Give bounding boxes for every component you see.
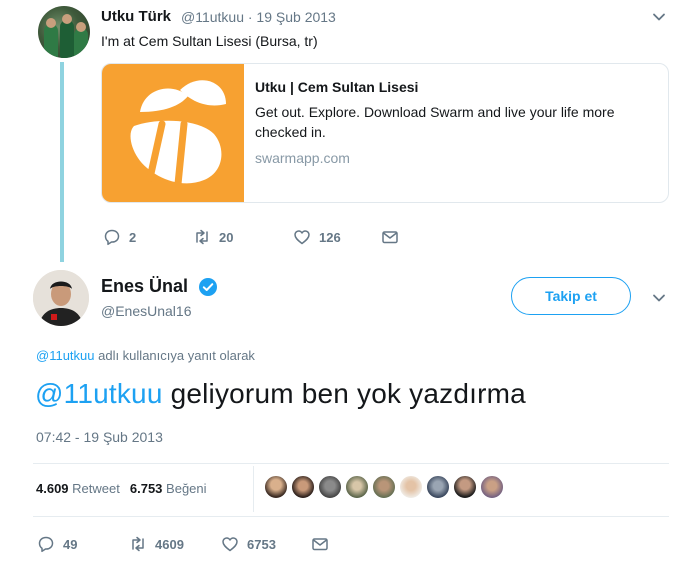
liker-avatar[interactable]	[480, 475, 504, 499]
retweets-stat[interactable]: 4.609 Retweet	[36, 481, 120, 496]
swarm-card-image	[102, 64, 244, 202]
liker-avatars	[264, 475, 504, 499]
parent-author-name[interactable]: Utku Türk	[101, 8, 171, 25]
liker-avatar[interactable]	[453, 475, 477, 499]
reply-mention-link[interactable]: @11utkuu	[36, 348, 95, 363]
replying-to-context: @11utkuu adlı kullanıcıya yanıt olarak	[36, 348, 255, 363]
likes-stat[interactable]: 6.753 Beğeni	[130, 481, 207, 496]
engagement-stats: 4.609 Retweet 6.753 Beğeni	[36, 481, 207, 496]
message-button[interactable]	[311, 535, 329, 553]
liker-avatar[interactable]	[345, 475, 369, 499]
parent-handle-and-date[interactable]: @11utkuu · 19 Şub 2013	[181, 9, 336, 25]
like-icon	[294, 230, 310, 245]
likes-stat-count: 6.753	[129, 481, 163, 496]
reply-context-text: adlı kullanıcıya yanıt olarak	[94, 348, 255, 363]
message-icon	[312, 538, 328, 551]
reply-count: 2	[129, 229, 137, 245]
tweet-body-text: geliyorum ben yok yazdırma	[162, 378, 526, 409]
retweets-stat-count: 4.609	[36, 481, 69, 496]
main-author-avatar[interactable]	[33, 270, 89, 326]
like-count: 126	[319, 229, 341, 245]
reply-button[interactable]: 2	[103, 228, 193, 246]
divider	[33, 516, 669, 517]
liker-avatar[interactable]	[264, 475, 288, 499]
thread-connector-line	[60, 62, 64, 262]
link-card[interactable]: Utku | Cem Sultan Lisesi Get out. Explor…	[101, 63, 669, 203]
liker-avatar[interactable]	[372, 475, 396, 499]
card-title: Utku | Cem Sultan Lisesi	[255, 79, 419, 95]
message-icon	[382, 231, 398, 244]
retweet-icon	[132, 536, 144, 552]
chevron-down-icon[interactable]	[651, 9, 667, 25]
card-url: swarmapp.com	[255, 150, 350, 166]
main-author-name[interactable]: Enes Ünal	[101, 276, 188, 297]
profile-photo	[33, 270, 89, 326]
stats-separator	[253, 466, 254, 512]
liker-avatar[interactable]	[318, 475, 342, 499]
retweet-icon	[196, 229, 208, 245]
retweet-count: 20	[219, 229, 234, 245]
like-icon	[222, 537, 238, 552]
retweets-stat-label: Retweet	[72, 481, 120, 496]
parent-tweet-text: I'm at Cem Sultan Lisesi (Bursa, tr)	[101, 33, 318, 49]
swarm-bee-icon	[130, 80, 226, 188]
liker-avatar[interactable]	[399, 475, 423, 499]
tweet-mention-link[interactable]: @11utkuu	[35, 378, 163, 409]
verified-badge-icon	[199, 278, 217, 296]
like-button[interactable]: 6753	[221, 535, 311, 553]
liker-avatar[interactable]	[426, 475, 450, 499]
reply-icon	[104, 229, 120, 246]
reply-count: 49	[63, 536, 78, 552]
retweet-button[interactable]: 4609	[129, 535, 221, 553]
liker-avatar[interactable]	[291, 475, 315, 499]
reply-button[interactable]: 49	[37, 535, 129, 553]
like-button[interactable]: 126	[293, 228, 381, 246]
like-count: 6753	[247, 536, 276, 552]
message-button[interactable]	[381, 228, 399, 246]
tweet-timestamp[interactable]: 07:42 - 19 Şub 2013	[36, 429, 163, 445]
retweet-count: 4609	[155, 536, 184, 552]
main-action-bar: 49 4609 6753	[37, 533, 329, 555]
card-description: Get out. Explore. Download Swarm and liv…	[255, 104, 615, 140]
follow-button[interactable]: Takip et	[511, 277, 631, 315]
parent-author-avatar[interactable]	[38, 6, 90, 58]
chevron-down-icon[interactable]	[651, 290, 667, 306]
main-tweet-text: @11utkuu geliyorum ben yok yazdırma	[35, 378, 526, 410]
parent-action-bar: 2 20 126	[103, 226, 399, 248]
likes-stat-label: Beğeni	[166, 481, 207, 496]
reply-icon	[38, 536, 54, 553]
divider	[33, 463, 669, 464]
retweet-button[interactable]: 20	[193, 228, 293, 246]
main-author-handle[interactable]: @EnesUnal16	[101, 303, 192, 319]
